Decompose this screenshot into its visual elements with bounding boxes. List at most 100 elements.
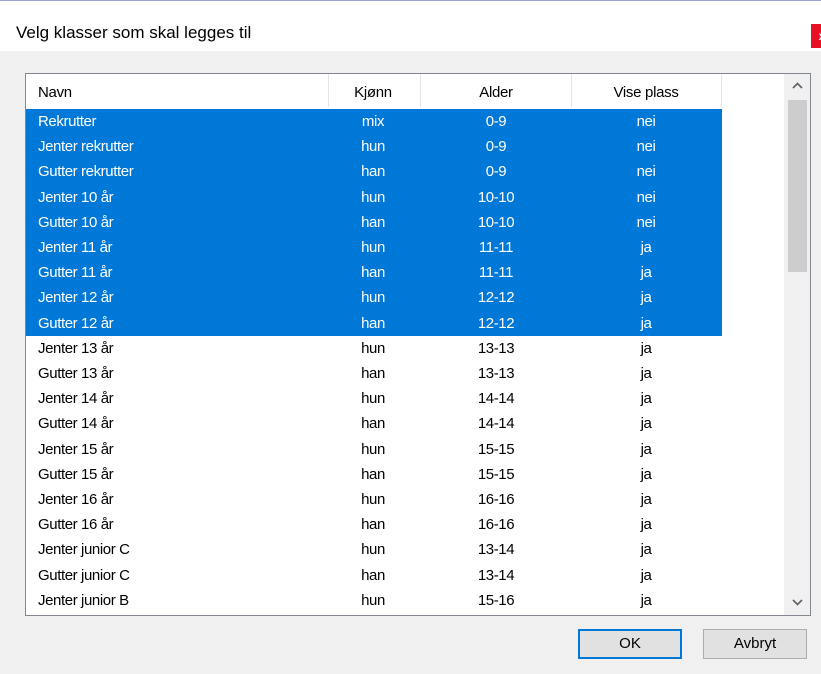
cell-name: Jenter 15 år [38,440,114,458]
cell-name: Gutter 16 år [38,516,114,534]
list-row[interactable]: Gutter 15 år han 15-15 ja [26,462,722,487]
cell-name: Jenter 11 år [38,239,113,256]
cell-show-place: ja [640,314,652,332]
cell-show-place: nei [636,138,656,156]
cell-name: Gutter 11 år [38,264,113,282]
cell-name: Jenter 14 år [38,390,114,408]
scroll-thumb[interactable] [788,100,807,272]
cell-age: 0-9 [485,113,507,130]
cell-age: 13-14 [477,566,515,584]
cancel-button[interactable]: Avbryt [703,629,807,659]
column-header-show-place[interactable]: Vise plass [571,74,721,107]
list-row[interactable]: Jenter 14 år hun 14-14 ja [26,386,722,411]
cell-name: Jenter 16 år [38,491,114,508]
list-row[interactable]: Gutter 14 år han 14-14 ja [26,411,722,436]
cell-age: 16-16 [477,491,515,508]
cell-gender: hun [361,188,385,206]
list-row[interactable]: Jenter rekrutter hun 0-9 nei [26,134,722,160]
cell-age: 14-14 [477,415,515,433]
cell-age: 13-13 [477,365,515,382]
cell-gender: hun [361,138,385,156]
scroll-down-button[interactable] [784,593,810,613]
vertical-scrollbar[interactable] [784,74,810,615]
cell-gender: hun [361,591,385,609]
cell-show-place: nei [636,163,656,181]
cell-age: 11-11 [478,264,514,282]
cell-name: Jenter 12 år [38,289,114,307]
list-row[interactable]: Gutter 16 år han 16-16 ja [26,512,722,537]
list-row[interactable]: Rekrutter mix 0-9 nei [26,109,722,135]
column-header-gender[interactable]: Kjønn [328,74,418,107]
cell-name: Gutter 13 år [38,365,114,382]
dialog-title: Velg klasser som skal legges til [16,23,252,42]
list-row[interactable]: Gutter 12 år han 12-12 ja [26,310,722,336]
cell-gender: han [361,163,385,181]
cell-name: Gutter 15 år [38,465,114,483]
class-list[interactable]: Navn Kjønn Alder Vise plass Rekrutter mix… [25,73,811,616]
cell-age: 0-9 [485,163,507,181]
cell-name: Jenter 13 år [38,339,114,357]
cell-age: 13-14 [477,541,515,559]
cell-gender: han [361,566,385,584]
list-row[interactable]: Gutter 13 år han 13-13 ja [26,361,722,386]
column-header-name[interactable]: Navn [38,74,72,107]
cell-age: 15-15 [477,440,515,458]
list-row[interactable]: Jenter 11 år hun 11-11 ja [26,235,722,261]
cell-gender: hun [361,239,385,256]
cell-gender: mix [361,113,385,130]
cell-age: 10-10 [477,213,515,231]
list-row[interactable]: Jenter 13 år hun 13-13 ja [26,336,722,361]
cell-name: Gutter 14 år [38,415,114,433]
cell-show-place: ja [640,289,652,307]
cell-age: 10-10 [477,188,515,206]
chevron-down-icon [792,593,803,610]
list-row[interactable]: Jenter junior B hun 15-16 ja [26,588,722,613]
cell-gender: hun [361,339,385,357]
cell-show-place: ja [640,415,652,433]
cell-show-place: ja [640,516,652,534]
cell-gender: han [361,465,385,483]
cell-gender: hun [361,491,385,508]
cell-gender: han [361,365,385,382]
cell-name: Gutter 10 år [38,213,114,231]
cell-show-place: ja [640,440,652,458]
column-header-age[interactable]: Alder [421,74,571,107]
cell-show-place: ja [640,239,652,256]
cell-name: Rekrutter [38,113,97,130]
cell-gender: han [361,415,385,433]
cell-show-place: ja [640,465,652,483]
list-row[interactable]: Gutter junior C han 13-14 ja [26,563,722,588]
ok-button[interactable]: OK [578,629,682,659]
cell-gender: han [361,314,385,332]
cell-age: 12-12 [477,289,515,307]
cell-gender: hun [361,541,385,559]
cell-gender: han [361,213,385,231]
list-row[interactable]: Jenter 12 år hun 12-12 ja [26,285,722,311]
column-divider[interactable] [721,74,722,107]
cell-show-place: ja [640,339,652,357]
cell-age: 12-12 [477,314,515,332]
column-header-row: Navn Kjønn Alder Vise plass [26,74,722,107]
cell-age: 14-14 [477,390,515,408]
cell-show-place: nei [636,113,656,130]
list-row[interactable]: Jenter 10 år hun 10-10 nei [26,184,722,210]
list-row[interactable]: Jenter 15 år hun 15-15 ja [26,437,722,462]
cell-age: 0-9 [485,138,507,156]
scroll-up-button[interactable] [784,76,810,96]
list-row[interactable]: Gutter rekrutter han 0-9 nei [26,159,722,185]
cell-show-place: ja [640,566,652,584]
cell-show-place: ja [640,591,652,609]
cell-show-place: ja [640,365,652,382]
cell-age: 11-11 [478,239,514,256]
list-row[interactable]: Gutter 10 år han 10-10 nei [26,209,722,235]
close-button[interactable]: x [811,24,821,48]
cell-gender: han [361,516,385,534]
list-row[interactable]: Gutter 11 år han 11-11 ja [26,260,722,286]
list-row[interactable]: Jenter 16 år hun 16-16 ja [26,487,722,512]
cell-age: 13-13 [477,339,515,357]
cell-name: Jenter junior B [38,591,129,609]
title-bar: Velg klasser som skal legges til [0,1,821,51]
list-row[interactable]: Jenter junior C hun 13-14 ja [26,537,722,562]
cell-name: Gutter junior C [38,566,130,584]
cell-show-place: ja [640,541,652,559]
